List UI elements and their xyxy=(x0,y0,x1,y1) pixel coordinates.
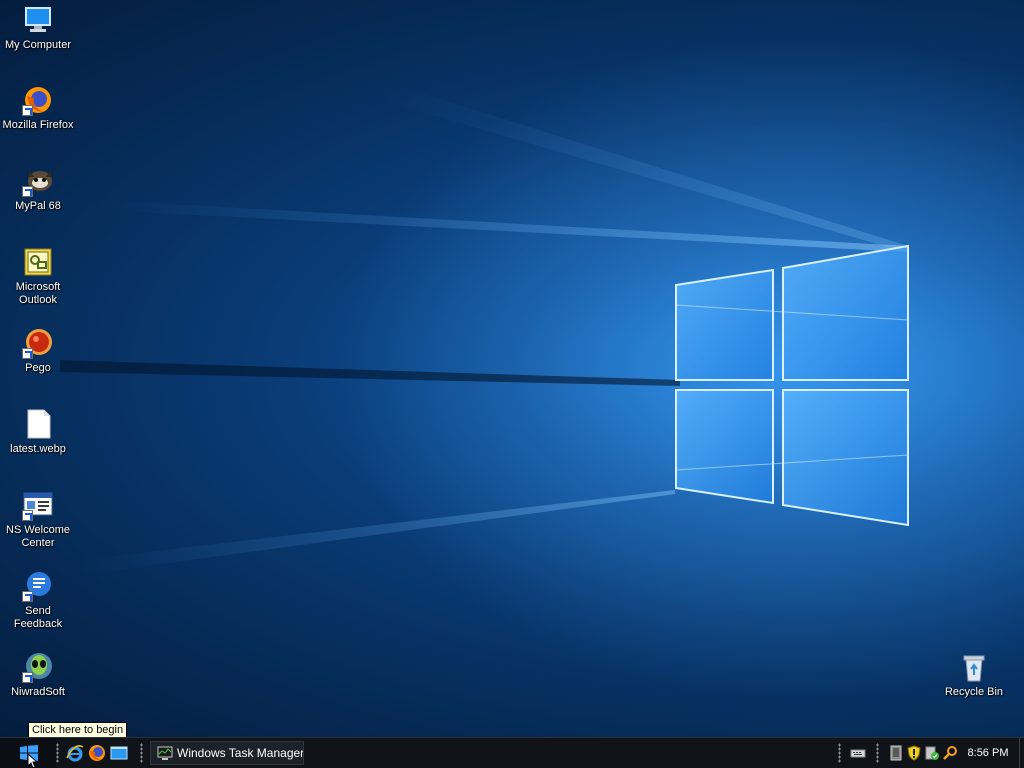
desktop-icon-my-computer[interactable]: My Computer xyxy=(0,4,76,52)
taskbar: Windows Task Manager 8:56 PM xyxy=(0,737,1024,768)
desktop-icon-microsoft-outlook[interactable]: Microsoft Outlook xyxy=(0,246,76,307)
internet-explorer-icon[interactable] xyxy=(66,744,84,762)
feedback-icon xyxy=(22,570,54,602)
show-desktop-icon[interactable] xyxy=(110,744,128,762)
tablet-icon[interactable] xyxy=(888,745,904,761)
shortcut-arrow-icon xyxy=(22,348,33,359)
desktop-icon-pego[interactable]: Pego xyxy=(0,327,76,375)
desktop-icon-label: Send Feedback xyxy=(13,605,63,630)
shortcut-arrow-icon xyxy=(22,672,33,683)
desktop-icon-label: My Computer xyxy=(4,39,72,51)
start-tooltip: Click here to begin xyxy=(28,722,128,738)
show-desktop-strip[interactable] xyxy=(1019,738,1024,768)
toolbar-grip[interactable] xyxy=(838,743,841,763)
desktop-icon-ns-welcome-center[interactable]: NS Welcome Center xyxy=(0,489,76,550)
shortcut-arrow-icon xyxy=(22,510,33,521)
firefox-icon xyxy=(22,84,54,116)
desktop-icon-label: NiwradSoft xyxy=(11,686,65,698)
wallpaper-windows-logo xyxy=(0,0,1024,737)
security-shield-icon[interactable] xyxy=(906,745,922,761)
mypal-icon xyxy=(22,165,54,197)
task-manager-icon xyxy=(157,745,173,761)
desktop-icon-label: Pego xyxy=(25,362,51,374)
desktop-icon-mypal[interactable]: MyPal 68 xyxy=(0,165,76,213)
computer-icon xyxy=(22,4,54,36)
desktop-icon-label: latest.webp xyxy=(10,443,66,455)
welcome-center-icon xyxy=(22,489,54,521)
search-icon[interactable] xyxy=(942,745,958,761)
desktop-icon-latest-webp[interactable]: latest.webp xyxy=(0,408,76,456)
taskbar-button-label: Windows Task Manager xyxy=(177,746,304,760)
action-center-icon[interactable] xyxy=(924,745,940,761)
shortcut-arrow-icon xyxy=(22,591,33,602)
desktop-icon-send-feedback[interactable]: Send Feedback xyxy=(0,570,76,631)
desktop-icon-label: NS Welcome Center xyxy=(6,524,70,549)
firefox-icon[interactable] xyxy=(88,744,106,762)
outlook-icon xyxy=(22,246,54,278)
desktop[interactable]: My Computer Mozilla Firefox MyPal 68 Mic… xyxy=(0,0,1024,737)
desktop-icon-recycle-bin[interactable]: Recycle Bin xyxy=(936,651,1012,699)
shortcut-arrow-icon xyxy=(22,186,33,197)
keyboard-icon[interactable] xyxy=(850,745,866,761)
desktop-icon-mozilla-firefox[interactable]: Mozilla Firefox xyxy=(0,84,76,132)
toolbar-grip[interactable] xyxy=(876,743,879,763)
toolbar-grip[interactable] xyxy=(56,743,59,763)
recycle-bin-icon xyxy=(958,651,990,683)
alien-icon xyxy=(22,651,54,683)
desktop-icon-niwradsoft[interactable]: NiwradSoft xyxy=(0,651,76,699)
toolbar-grip[interactable] xyxy=(140,743,143,763)
shortcut-arrow-icon xyxy=(22,105,33,116)
desktop-icon-label: Mozilla Firefox xyxy=(2,119,74,131)
desktop-icon-label: Microsoft Outlook xyxy=(15,281,61,306)
clock[interactable]: 8:56 PM xyxy=(962,738,1014,768)
taskbar-button-task-manager[interactable]: Windows Task Manager xyxy=(150,741,304,765)
pego-icon xyxy=(22,327,54,359)
desktop-icon-label: MyPal 68 xyxy=(15,200,61,212)
mouse-cursor-icon xyxy=(28,754,38,768)
file-icon xyxy=(22,408,54,440)
desktop-icon-label: Recycle Bin xyxy=(944,686,1004,698)
